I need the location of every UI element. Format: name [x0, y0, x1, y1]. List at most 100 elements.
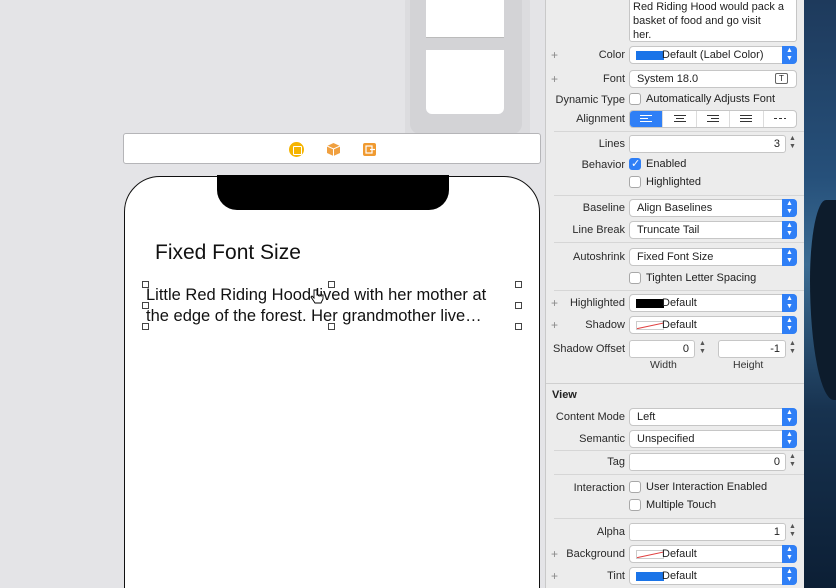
mini-scene-view-top [426, 0, 504, 38]
color-popup[interactable]: Default (Label Color) ▲ ▼ [629, 46, 797, 64]
alpha-label: Alpha [596, 526, 625, 538]
tint-value: Default [662, 570, 697, 582]
story-label[interactable]: Little Red Riding Hood lived with her mo… [146, 285, 519, 327]
tighten-spacing-label: Tighten Letter Spacing [646, 272, 757, 284]
line-break-popup[interactable]: Truncate Tail ▲ ▼ [629, 221, 797, 239]
adjusts-font-checkbox[interactable] [629, 93, 641, 105]
resize-handle-bottom[interactable] [328, 323, 335, 330]
chevron-updown-icon: ▲ ▼ [782, 199, 797, 217]
shadow-value: Default [662, 319, 697, 331]
tag-value: 0 [773, 456, 780, 468]
shadow-offset-label: Shadow Offset [553, 343, 625, 355]
chevron-updown-icon: ▲ ▼ [782, 294, 797, 312]
lines-stepper[interactable]: ▲ ▼ [788, 135, 797, 153]
align-center-button[interactable] [663, 111, 697, 127]
exit-icon[interactable] [362, 142, 377, 157]
wallpaper-rock [810, 200, 836, 400]
highlighted-label: Highlighted [646, 176, 702, 188]
enabled-label: Enabled [646, 158, 687, 170]
highlighted-color-value: Default [662, 297, 697, 309]
resize-handle-bottom-right[interactable] [515, 323, 522, 330]
scene-dock[interactable] [123, 133, 541, 164]
text-line: basket of food and go visit [633, 15, 761, 27]
align-justify-button[interactable] [730, 111, 764, 127]
background-value: Default [662, 548, 697, 560]
resize-handle-right[interactable] [515, 302, 522, 309]
multiple-touch-label: Multiple Touch [646, 499, 717, 511]
highlighted-color-popup[interactable]: Default ▲ ▼ [629, 294, 797, 312]
chevron-updown-icon: ▲ ▼ [782, 567, 797, 585]
add-variation-icon[interactable]: + [551, 569, 558, 583]
shadow-height-field[interactable]: -1 [718, 340, 786, 358]
tag-stepper[interactable]: ▲ ▼ [788, 453, 797, 471]
align-left-button[interactable] [630, 111, 664, 127]
text-field[interactable]: Red Riding Hood would pack a basket of f… [629, 0, 797, 42]
first-responder-icon[interactable] [326, 142, 341, 157]
iphone-scene[interactable]: Fixed Font Size Little Red Riding Hood l… [124, 175, 540, 588]
line-break-value: Truncate Tail [637, 224, 700, 236]
user-interaction-checkbox[interactable] [629, 481, 641, 493]
tighten-spacing-checkbox[interactable] [629, 272, 641, 284]
divider [554, 242, 804, 243]
width-caption: Width [650, 359, 677, 371]
alignment-label: Alignment [576, 113, 625, 125]
resize-handle-left[interactable] [142, 302, 149, 309]
mini-scene-device[interactable] [410, 0, 522, 134]
baseline-popup[interactable]: Align Baselines ▲ ▼ [629, 199, 797, 217]
add-variation-icon[interactable]: + [551, 547, 558, 561]
fixed-font-size-label[interactable]: Fixed Font Size [155, 241, 301, 265]
color-label: Color [598, 49, 625, 61]
add-variation-icon[interactable]: + [551, 296, 558, 310]
chevron-updown-icon: ▲ ▼ [782, 545, 797, 563]
lines-field[interactable]: 3 [629, 135, 786, 153]
alpha-field[interactable]: 1 [629, 523, 786, 541]
baseline-value: Align Baselines [637, 202, 713, 214]
alpha-stepper[interactable]: ▲ ▼ [788, 523, 797, 541]
section-divider [546, 383, 805, 384]
alignment-segmented-control[interactable] [629, 110, 797, 128]
color-swatch [636, 572, 664, 581]
align-natural-button[interactable] [764, 111, 796, 127]
highlighted-color-label: Highlighted [569, 297, 625, 309]
resize-handle-top-right[interactable] [515, 281, 522, 288]
align-right-icon [707, 115, 720, 124]
storyboard-canvas[interactable]: Fixed Font Size Little Red Riding Hood l… [0, 0, 545, 588]
view-controller-icon[interactable] [289, 142, 304, 157]
shadow-height-stepper[interactable]: ▲ ▼ [788, 340, 797, 358]
attributes-inspector[interactable]: Red Riding Hood would pack a basket of f… [545, 0, 805, 588]
line-break-label: Line Break [572, 224, 625, 236]
chevron-updown-icon: ▲ ▼ [782, 408, 797, 426]
add-variation-icon[interactable]: + [551, 72, 558, 86]
enabled-checkbox[interactable] [629, 157, 641, 170]
resize-handle-bottom-left[interactable] [142, 323, 149, 330]
color-swatch [636, 299, 664, 308]
semantic-label: Semantic [579, 433, 625, 445]
chevron-updown-icon: ▲ ▼ [782, 248, 797, 266]
highlighted-checkbox[interactable] [629, 176, 641, 188]
adjusts-font-label: Automatically Adjusts Font [646, 93, 776, 105]
resize-handle-top-left[interactable] [142, 281, 149, 288]
font-field[interactable]: System 18.0 T [629, 70, 797, 88]
mini-scene-view-bottom [426, 50, 504, 114]
device-notch [217, 175, 449, 210]
add-variation-icon[interactable]: + [551, 48, 558, 62]
autoshrink-popup[interactable]: Fixed Font Size ▲ ▼ [629, 248, 797, 266]
shadow-width-stepper[interactable]: ▲ ▼ [698, 340, 707, 358]
background-color-popup[interactable]: Default ▲ ▼ [629, 545, 797, 563]
multiple-touch-checkbox[interactable] [629, 499, 641, 511]
shadow-color-popup[interactable]: Default ▲ ▼ [629, 316, 797, 334]
divider [554, 195, 804, 196]
align-left-icon [640, 115, 653, 124]
shadow-label: Shadow [585, 319, 625, 331]
baseline-label: Baseline [582, 202, 625, 214]
font-picker-icon[interactable]: T [775, 73, 788, 84]
semantic-popup[interactable]: Unspecified ▲ ▼ [629, 430, 797, 448]
align-right-button[interactable] [697, 111, 731, 127]
tint-color-popup[interactable]: Default ▲ ▼ [629, 567, 797, 585]
view-section-title: View [552, 389, 577, 401]
add-variation-icon[interactable]: + [551, 318, 558, 332]
content-mode-popup[interactable]: Left ▲ ▼ [629, 408, 797, 426]
resize-handle-top[interactable] [328, 281, 335, 288]
shadow-width-field[interactable]: 0 [629, 340, 695, 358]
tag-field[interactable]: 0 [629, 453, 786, 471]
